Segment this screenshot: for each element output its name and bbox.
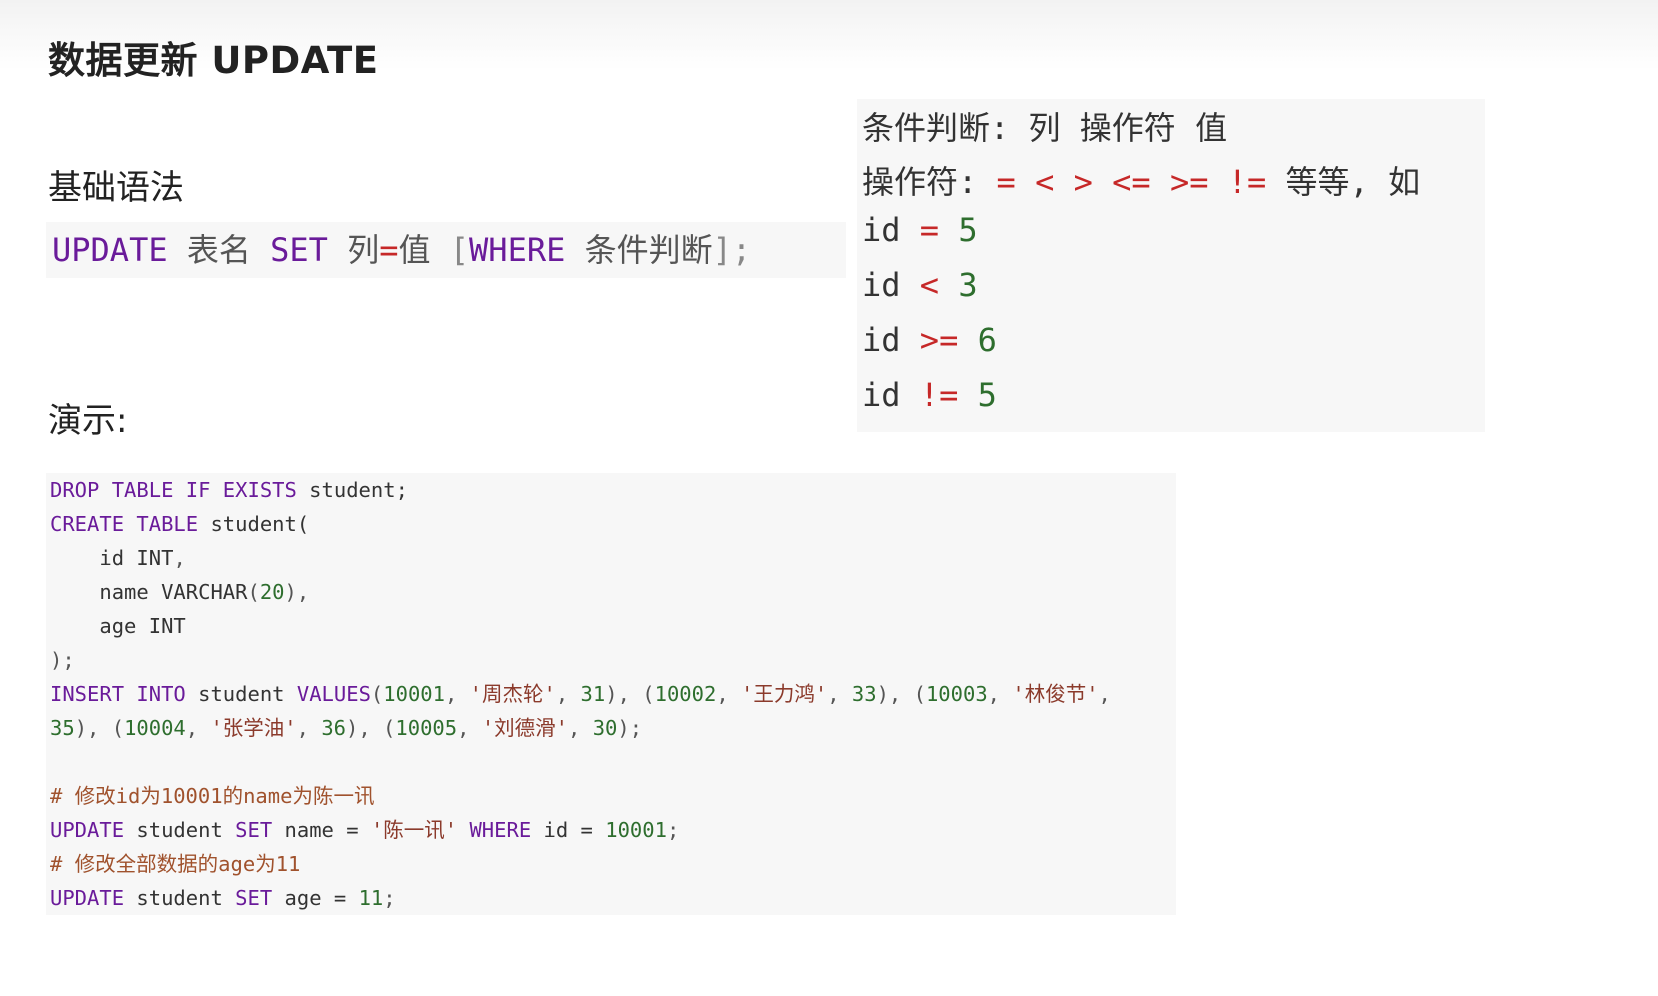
syntax-lbracket: [ (449, 231, 470, 269)
code-comment: # 修改全部数据的age为11 (50, 852, 301, 876)
syntax-value: 值 (398, 231, 431, 269)
code-line: INSERT INTO student VALUES(10001, '周杰轮',… (50, 682, 1111, 706)
syntax-kw-where: WHERE (469, 231, 566, 269)
code-line: CREATE TABLE student( (50, 512, 310, 536)
syntax-column: 列 (347, 231, 380, 269)
code-line: 35), (10004, '张学油', 36), (10005, '刘德滑', … (50, 716, 643, 740)
demo-heading: 演示: (48, 401, 128, 441)
condition-box: 条件判断: 列 操作符 值 操作符: = < > <= >= != 等等, 如 … (857, 99, 1485, 432)
code-line: DROP TABLE IF EXISTS student; (50, 478, 408, 502)
code-line: name VARCHAR(20), (50, 580, 310, 604)
operator-label: 操作符: (862, 163, 978, 201)
condition-example: id < 3 (862, 266, 978, 304)
code-line: UPDATE student SET name = '陈一讯' WHERE id… (50, 818, 680, 842)
code-line: ); (50, 648, 75, 672)
example-col: id (862, 266, 901, 304)
example-op: < (919, 266, 940, 304)
code-comment: # 修改id为10001的name为陈一讯 (50, 784, 375, 808)
code-line: age INT (50, 614, 186, 638)
syntax-condition: 条件判断 (584, 231, 713, 269)
syntax-rbracket: ]; (712, 231, 752, 269)
example-col: id (862, 211, 901, 249)
example-val: 5 (977, 376, 997, 414)
operator-symbols: = < > <= >= != (996, 163, 1267, 201)
code-line: id INT, (50, 546, 186, 570)
operator-list: 操作符: = < > <= >= != 等等, 如 (862, 157, 1420, 203)
condition-definition-text: 条件判断: 列 操作符 值 (862, 109, 1228, 147)
condition-example: id >= 6 (862, 321, 997, 359)
slide: 数据更新 UPDATE 基础语法 UPDATE 表名 SET 列=值 [WHER… (0, 0, 1658, 996)
syntax-heading: 基础语法 (48, 168, 184, 208)
syntax-kw-set: SET (270, 231, 328, 269)
page-title: 数据更新 UPDATE (48, 39, 379, 82)
example-col: id (862, 321, 901, 359)
code-block: DROP TABLE IF EXISTS student; CREATE TAB… (46, 473, 1176, 915)
example-val: 6 (977, 321, 997, 359)
syntax-equals: = (379, 231, 399, 269)
example-op: = (919, 211, 940, 249)
condition-definition: 条件判断: 列 操作符 值 (862, 103, 1227, 149)
example-op: != (919, 376, 959, 414)
example-col: id (862, 376, 901, 414)
condition-example: id = 5 (862, 211, 978, 249)
syntax-box: UPDATE 表名 SET 列=值 [WHERE 条件判断]; (46, 222, 846, 278)
condition-example: id != 5 (862, 376, 997, 414)
syntax-table-name: 表名 (186, 231, 251, 269)
example-op: >= (919, 321, 959, 359)
example-val: 3 (958, 266, 978, 304)
syntax-kw-update: UPDATE (52, 231, 168, 269)
code-line: UPDATE student SET age = 11; (50, 886, 396, 910)
operator-tail: 等等, 如 (1285, 163, 1421, 201)
example-val: 5 (958, 211, 978, 249)
